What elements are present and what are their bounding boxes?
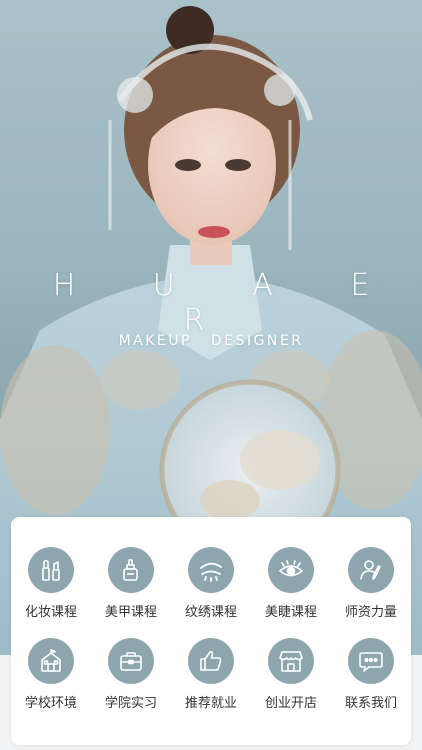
menu-label-internship: 学院实习: [104, 696, 157, 711]
course-menu-grid: 化妆课程 美甲课程 纹绣课程 美睫课程 师资力量 学校环境 学院实习 推荐就业 …: [11, 517, 411, 745]
menu-item-employment[interactable]: 推荐就业: [171, 638, 251, 729]
eyelash-icon: [268, 547, 314, 593]
menu-item-open-store[interactable]: 创业开店: [251, 638, 331, 729]
menu-label-embroidery: 纹绣课程: [184, 605, 237, 620]
menu-item-faculty[interactable]: 师资力量: [331, 547, 411, 638]
chat-bubble-icon: [348, 638, 394, 684]
teacher-icon: [348, 547, 394, 593]
thumbs-up-icon: [188, 638, 234, 684]
menu-item-embroidery-course[interactable]: 纹绣课程: [171, 547, 251, 638]
nail-polish-icon: [108, 547, 154, 593]
brand-title: H U A E R: [52, 268, 404, 338]
storefront-icon: [268, 638, 314, 684]
school-building-icon: [28, 638, 74, 684]
menu-label-contact: 联系我们: [344, 696, 397, 711]
menu-label-campus: 学校环境: [24, 696, 77, 711]
menu-label-nail: 美甲课程: [104, 605, 157, 620]
menu-item-makeup-course[interactable]: 化妆课程: [11, 547, 91, 638]
briefcase-icon: [108, 638, 154, 684]
course-menu-card: 化妆课程 美甲课程 纹绣课程 美睫课程 师资力量 学校环境 学院实习 推荐就业 …: [11, 517, 411, 745]
menu-item-campus[interactable]: 学校环境: [11, 638, 91, 729]
eyebrow-icon: [188, 547, 234, 593]
app-screen: H U A E R MAKEUP DESIGNER 化妆课程 美甲课程 纹绣课程…: [0, 0, 422, 750]
menu-label-open-store: 创业开店: [264, 696, 317, 711]
menu-item-nail-course[interactable]: 美甲课程: [91, 547, 171, 638]
menu-label-employment: 推荐就业: [184, 696, 237, 711]
menu-label-faculty: 师资力量: [344, 605, 397, 620]
brand-tagline: MAKEUP DESIGNER: [118, 333, 304, 349]
menu-label-makeup: 化妆课程: [24, 605, 77, 620]
menu-label-eyelash: 美睫课程: [264, 605, 317, 620]
menu-item-eyelash-course[interactable]: 美睫课程: [251, 547, 331, 638]
cosmetics-icon: [28, 547, 74, 593]
menu-item-contact[interactable]: 联系我们: [331, 638, 411, 729]
menu-item-internship[interactable]: 学院实习: [91, 638, 171, 729]
